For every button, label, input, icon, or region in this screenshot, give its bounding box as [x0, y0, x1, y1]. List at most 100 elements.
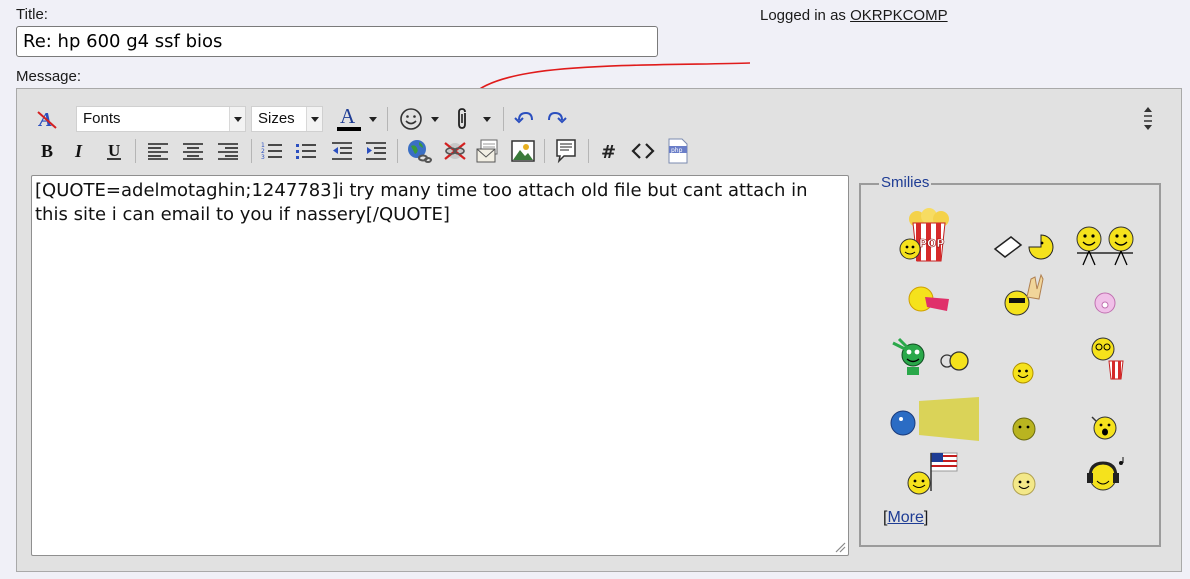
quote-icon [556, 139, 576, 164]
indent-button[interactable] [363, 138, 389, 164]
message-text: [QUOTE=adelmotaghin;1247783]i try many t… [35, 180, 808, 225]
small-smiley-icon[interactable] [1011, 361, 1035, 385]
resize-grip-icon[interactable] [834, 541, 846, 553]
logged-in-prefix: Logged in as [760, 7, 851, 24]
smilies-dropdown[interactable] [429, 113, 441, 125]
indent-icon [366, 142, 386, 160]
remove-link-button[interactable] [441, 137, 469, 165]
font-color-dropdown[interactable] [367, 113, 379, 125]
remove-format-icon: A [37, 109, 57, 131]
quote-button[interactable] [552, 137, 580, 165]
attachment-dropdown[interactable] [481, 113, 493, 125]
chevron-down-icon [306, 107, 322, 131]
toolbar-separator [588, 139, 589, 163]
title-label: Title: [16, 6, 48, 23]
wrap-php-button[interactable]: php [665, 137, 691, 165]
code-icon [631, 143, 655, 159]
smilies-button[interactable] [397, 105, 425, 133]
message-textarea[interactable]: [QUOTE=adelmotaghin;1247783]i try many t… [31, 175, 849, 556]
smilies-legend: Smilies [879, 174, 932, 191]
redo-button[interactable] [544, 105, 570, 131]
align-left-icon [148, 143, 168, 160]
expand-collapse-icon [1144, 107, 1152, 130]
flag-smiley-icon[interactable] [905, 451, 961, 497]
unordered-list-button[interactable] [293, 138, 319, 164]
pop-text: POP [919, 237, 944, 250]
svg-text:U: U [108, 141, 120, 160]
tongue-smiley-icon[interactable] [907, 285, 951, 317]
toolbar-separator [397, 139, 398, 163]
more-smilies: [More] [883, 509, 928, 527]
undo-button[interactable] [511, 105, 537, 131]
ordered-list-button[interactable]: 123 [259, 138, 285, 164]
toggle-editor-size-button[interactable] [1139, 103, 1157, 133]
bold-button[interactable]: B [35, 138, 59, 164]
popcorn-eating-smiley-icon[interactable] [1089, 335, 1129, 381]
italic-icon: I [74, 141, 83, 161]
editor-container: A Fonts Sizes A B I U 123 [16, 88, 1182, 572]
surprised-smiley-icon[interactable] [1089, 413, 1119, 441]
chevron-down-icon [483, 116, 491, 122]
svg-text:B: B [41, 141, 53, 161]
chevron-down-icon [229, 107, 245, 131]
toolbar-separator [544, 139, 545, 163]
paperclip-icon [458, 108, 466, 129]
unordered-list-icon [296, 144, 316, 159]
svg-text:3: 3 [261, 154, 265, 161]
align-right-icon [218, 143, 238, 160]
remove-format-button[interactable]: A [33, 105, 61, 133]
underline-icon: U [107, 141, 121, 160]
svg-text:I: I [74, 141, 83, 161]
waving-green-smiley-icon[interactable] [885, 335, 969, 377]
more-bracket-close: ] [923, 509, 929, 526]
undo-icon [514, 111, 533, 124]
fonts-select-label: Fonts [83, 110, 121, 127]
sizes-select-label: Sizes [258, 110, 295, 127]
insert-email-button[interactable] [474, 137, 502, 165]
svg-text:php: php [671, 147, 683, 154]
font-color-button[interactable]: A [333, 103, 365, 133]
kiss-smiley-icon[interactable] [1093, 291, 1117, 315]
underline-button[interactable]: U [102, 138, 126, 164]
rock-on-smiley-icon[interactable] [1001, 271, 1045, 319]
message-label: Message: [16, 68, 82, 85]
attachment-button[interactable] [451, 105, 475, 133]
toolbar-separator [387, 107, 388, 131]
hash-icon: # [601, 142, 616, 162]
italic-button[interactable]: I [68, 138, 92, 164]
align-center-button[interactable] [180, 138, 206, 164]
wrap-code-button[interactable] [630, 137, 656, 165]
chevron-down-icon [431, 116, 439, 122]
wrap-hash-button[interactable]: # [596, 137, 622, 165]
image-icon [511, 140, 535, 162]
logged-in-status: Logged in as OKRPKCOMP [760, 7, 948, 24]
smiley-icon [400, 108, 422, 130]
toolbar-separator [135, 139, 136, 163]
smilies-panel: Smilies POP [More] [859, 174, 1161, 547]
sad-green-smiley-icon[interactable] [1011, 415, 1037, 441]
align-left-button[interactable] [145, 138, 171, 164]
outdent-icon [332, 142, 352, 160]
link-globe-icon [408, 140, 432, 163]
insert-image-button[interactable] [509, 137, 537, 165]
outdent-button[interactable] [329, 138, 355, 164]
php-file-icon: php [668, 138, 688, 164]
insert-link-button[interactable] [405, 137, 433, 165]
svg-text:#: # [601, 142, 616, 162]
sizes-select[interactable]: Sizes [251, 106, 323, 132]
plain-smiley-icon[interactable] [1011, 471, 1037, 497]
music-smiley-icon[interactable] [1085, 457, 1127, 493]
title-input[interactable] [16, 26, 658, 57]
username-link[interactable]: OKRPKCOMP [850, 7, 948, 24]
more-smilies-link[interactable]: More [887, 509, 923, 526]
align-right-button[interactable] [215, 138, 241, 164]
blowing-smiley-icon[interactable] [889, 395, 981, 443]
align-center-icon [183, 143, 203, 160]
chevron-down-icon [369, 116, 377, 122]
bold-icon: B [41, 141, 53, 161]
popcorn-smiley-icon[interactable]: POP [899, 207, 959, 263]
svg-text:A: A [340, 104, 356, 128]
fonts-select[interactable]: Fonts [76, 106, 246, 132]
pacman-chase-smiley-icon[interactable] [991, 225, 1055, 265]
group-hug-smiley-icon[interactable] [1069, 223, 1141, 267]
